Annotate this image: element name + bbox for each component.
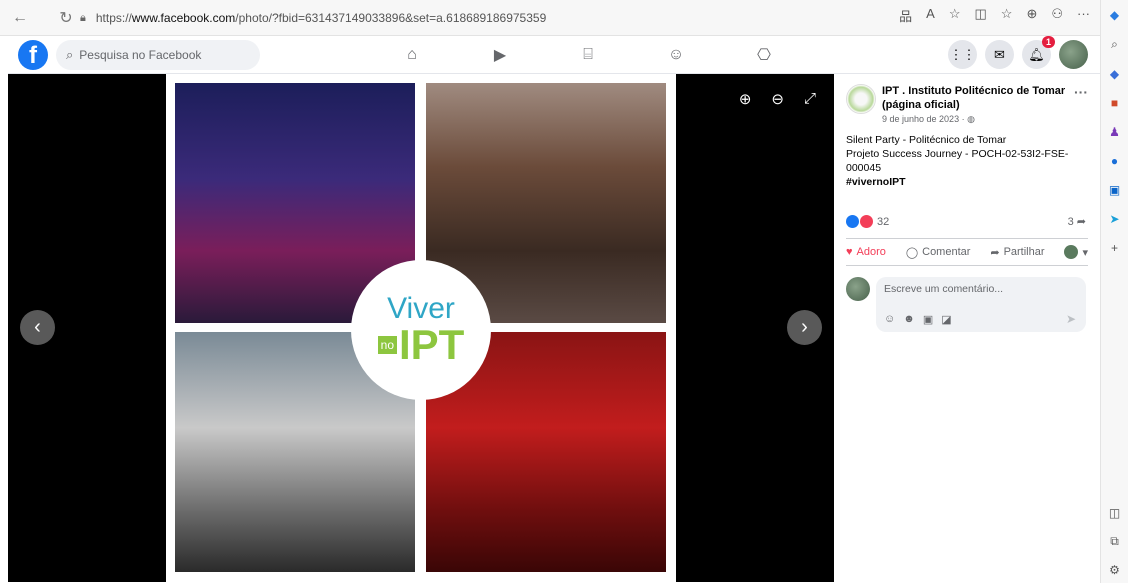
sidebar-toggle-icon[interactable]: ◫ [1109, 506, 1120, 520]
collage-photo: Viver no IPT [166, 74, 676, 582]
refresh-icon[interactable]: ↻ [52, 4, 80, 32]
viver-no-ipt-logo: Viver no IPT [351, 260, 491, 400]
previous-photo-button[interactable]: ‹ [20, 310, 55, 345]
share-label: Partilhar [1003, 246, 1045, 258]
favorite-icon[interactable]: ☆ [949, 6, 961, 25]
zoom-in-icon[interactable]: ⊕ [739, 90, 752, 108]
office-icon[interactable]: ● [1111, 154, 1118, 168]
post-actions: ♥ Adoro ◯ Comentar ➦ Partilhar ▾ [846, 238, 1088, 266]
love-reaction-icon [860, 215, 873, 228]
profile-selector[interactable]: ▾ [1064, 245, 1088, 259]
search-icon[interactable]: ⌕ [1111, 37, 1118, 52]
post-line-1: Silent Party - Politécnico de Tomar [846, 134, 1007, 146]
external-link-icon[interactable]: ⧉ [1110, 534, 1119, 549]
comment-button[interactable]: ◯ Comentar [906, 246, 971, 259]
url-host: www.facebook.com [131, 11, 236, 25]
profile-mini-avatar [1064, 245, 1079, 259]
home-icon[interactable]: ⌂ [368, 42, 456, 68]
fullscreen-icon[interactable]: ⤢ [804, 90, 816, 108]
split-screen-icon[interactable]: ◫ [974, 6, 986, 25]
groups-icon[interactable]: ☺ [632, 42, 720, 68]
next-photo-button[interactable]: › [787, 310, 822, 345]
comment-input[interactable]: Escreve um comentário... ☺ ☻ ▣ ◪ ➤ [876, 277, 1086, 332]
chevron-down-icon: ▾ [1082, 246, 1088, 259]
outlook-icon[interactable]: ▣ [1109, 183, 1120, 197]
share-count-icon: ➦ [1076, 216, 1086, 228]
facebook-logo[interactable]: f [18, 39, 48, 70]
comment-composer: Escreve um comentário... ☺ ☻ ▣ ◪ ➤ [846, 277, 1086, 332]
post-header: IPT . Instituto Politécnico de Tomar (pá… [838, 74, 1096, 125]
url-prefix: https:// [95, 11, 132, 25]
search-icon: ⌕ [66, 46, 74, 62]
browser-actions: 品 A ☆ ◫ ☆ ⊕ ⚇ ··· [899, 6, 1090, 25]
lock-icon: 🔒︎ [80, 11, 86, 24]
like-reaction-icon [846, 215, 859, 228]
comment-placeholder: Escreve um comentário... [884, 283, 1004, 295]
back-icon[interactable]: ← [6, 4, 34, 32]
header-actions: ⋮⋮ ✉ 🔔︎ 1 [948, 36, 1088, 69]
tag-icon[interactable]: ◆ [1110, 67, 1119, 81]
favorites-icon[interactable]: ☆ [1001, 6, 1013, 25]
messenger-icon[interactable]: ✉ [985, 40, 1014, 69]
apps-icon[interactable]: 品 [899, 6, 912, 25]
love-button[interactable]: ♥ Adoro [846, 246, 886, 258]
send-icon[interactable]: ➤ [1109, 212, 1119, 226]
more-icon[interactable]: ··· [1077, 6, 1090, 25]
globe-icon: ◍ [967, 114, 975, 124]
search-input[interactable]: ⌕ Pesquisa no Facebook [56, 39, 260, 70]
read-aloud-icon[interactable]: A [926, 6, 935, 25]
page-name[interactable]: IPT . Instituto Politécnico de Tomar (pá… [882, 84, 1068, 112]
emoji-icon[interactable]: ☻ [903, 313, 915, 326]
comment-label: Comentar [922, 246, 971, 258]
menu-grid-icon[interactable]: ⋮⋮ [948, 40, 977, 69]
gif-icon[interactable]: ▣ [923, 313, 933, 326]
browser-toolbar: ← ↻ 🔒︎ https:// www.facebook.com /photo/… [0, 0, 1100, 36]
love-label: Adoro [856, 246, 886, 258]
tools-icon[interactable]: ■ [1111, 96, 1118, 110]
photo-viewer: Viver no IPT ⊕ ⊖ ⤢ ‹ › [8, 74, 834, 582]
hashtag-link[interactable]: #vivernoIPT [846, 175, 1088, 189]
share-button[interactable]: ➦ Partilhar [990, 246, 1044, 259]
avatar-sticker-icon[interactable]: ☺ [884, 313, 895, 326]
more-options-icon[interactable]: ··· [1074, 84, 1088, 125]
share-count[interactable]: 3 [1068, 216, 1074, 228]
zoom-out-icon[interactable]: ⊖ [771, 90, 784, 108]
reactions-summary: 32 3 ➦ [846, 215, 1086, 228]
post-text: Silent Party - Politécnico de Tomar Proj… [838, 125, 1096, 189]
share-icon: ➦ [990, 246, 1000, 259]
comment-icon: ◯ [905, 246, 919, 259]
url-path: /photo/?fbid=631437149033896&set=a.61868… [235, 11, 547, 25]
browser-sidebar: ◆ ⌕ ◆ ■ ♟ ● ▣ ➤ + ◫ ⧉ ⚙ [1100, 0, 1128, 583]
post-line-2: Projeto Success Journey - POCH-02-53I2-F… [846, 148, 1069, 174]
heart-icon: ♥ [846, 246, 853, 258]
page-avatar[interactable] [846, 84, 876, 114]
notification-badge: 1 [1041, 36, 1055, 48]
main-nav: ⌂ ▶ ⌸ ☺ ⎔ [368, 42, 808, 68]
reaction-count[interactable]: 32 [877, 216, 889, 228]
address-bar[interactable]: 🔒︎ https:// www.facebook.com /photo/?fbi… [80, 6, 840, 30]
logo-viver: Viver [387, 292, 455, 325]
send-icon[interactable]: ➤ [1066, 312, 1076, 326]
copilot-icon[interactable]: ◆ [1110, 8, 1119, 22]
settings-icon[interactable]: ⚙ [1109, 563, 1120, 577]
extensions-icon[interactable]: ⚇ [1051, 6, 1063, 25]
marketplace-icon[interactable]: ⌸ [544, 42, 632, 68]
search-placeholder: Pesquisa no Facebook [79, 47, 202, 62]
gaming-icon[interactable]: ⎔ [720, 42, 808, 68]
people-icon[interactable]: ♟ [1109, 125, 1120, 139]
notifications-icon[interactable]: 🔔︎ 1 [1022, 36, 1055, 69]
post-date[interactable]: 9 de junho de 2023 · [882, 114, 967, 124]
logo-ipt: IPT [399, 321, 465, 368]
watch-icon[interactable]: ▶ [456, 42, 544, 68]
profile-avatar[interactable] [1059, 40, 1088, 69]
sticker-icon[interactable]: ◪ [941, 313, 951, 326]
post-panel: IPT . Instituto Politécnico de Tomar (pá… [838, 74, 1096, 582]
facebook-header: f ⌕ Pesquisa no Facebook ⌂ ▶ ⌸ ☺ ⎔ ⋮⋮ ✉ … [8, 36, 1100, 74]
collections-icon[interactable]: ⊕ [1026, 6, 1037, 25]
logo-no: no [377, 336, 397, 354]
commenter-avatar [846, 277, 870, 301]
zoom-controls: ⊕ ⊖ ⤢ [739, 90, 816, 108]
add-icon[interactable]: + [1111, 241, 1118, 255]
